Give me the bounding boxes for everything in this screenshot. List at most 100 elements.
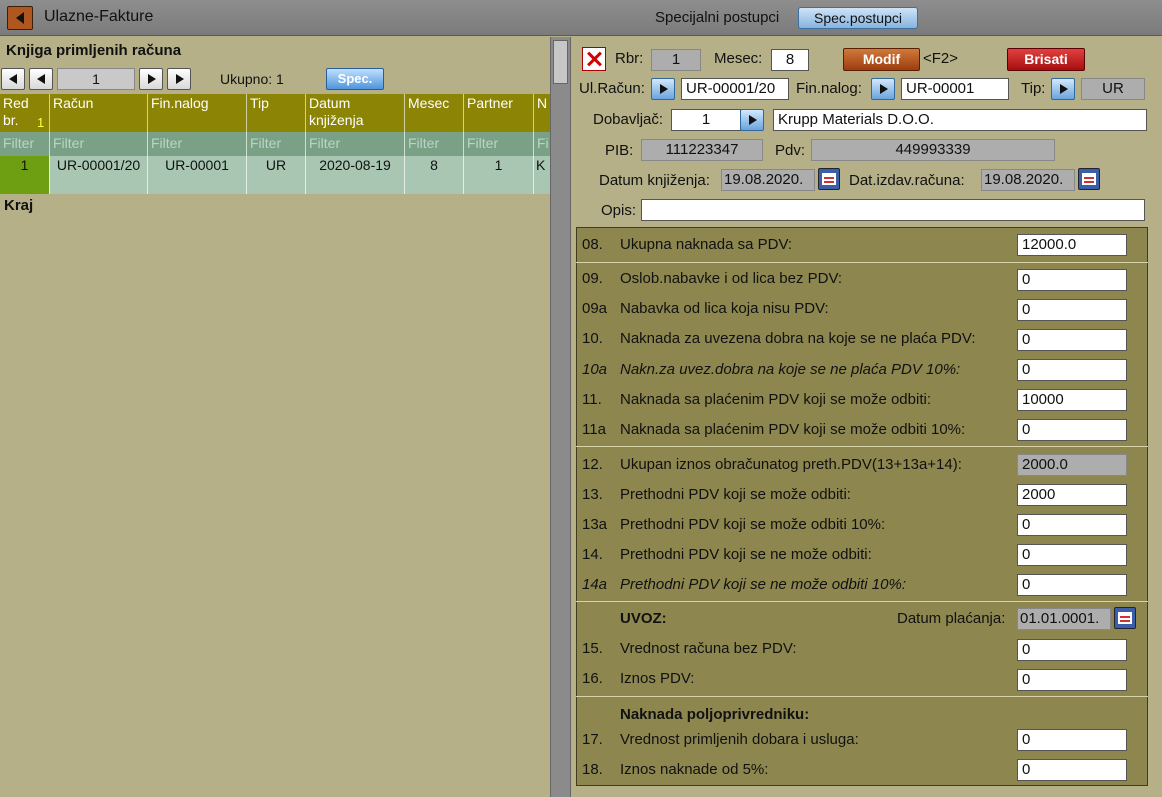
filter-tip[interactable]: Filter — [247, 132, 306, 156]
page-number-field[interactable]: 1 — [57, 68, 135, 90]
close-icon[interactable] — [582, 47, 606, 71]
mesec-field[interactable]: 8 — [771, 49, 809, 71]
row-18-label: Iznos naknade od 5%: — [620, 761, 769, 778]
row-11a-value[interactable]: 0 — [1017, 419, 1127, 441]
filter-red-br[interactable]: Filter — [0, 132, 50, 156]
col-header-mesec[interactable]: Mesec — [405, 94, 464, 132]
row-11a-number: 11a — [582, 421, 606, 438]
row-15-label: Vrednost računa bez PDV: — [620, 640, 797, 657]
row-10-number: 10. — [582, 330, 603, 347]
modify-button[interactable]: Modif — [843, 48, 920, 71]
datum-knjizenja-label: Datum knjiženja: — [599, 172, 710, 189]
datum-placanja-label: Datum plaćanja: — [897, 610, 1006, 627]
row-15-value[interactable]: 0 — [1017, 639, 1127, 661]
row-09-value[interactable]: 0 — [1017, 269, 1127, 291]
first-page-button[interactable] — [1, 68, 25, 90]
total-count: Ukupno: 1 — [220, 71, 284, 87]
cell-tip[interactable]: UR — [247, 156, 306, 194]
col-header-n[interactable]: N — [534, 94, 551, 132]
row-18-value[interactable]: 0 — [1017, 759, 1127, 781]
row-14a-value[interactable]: 0 — [1017, 574, 1127, 596]
book-title: Knjiga primljenih računa — [6, 42, 182, 59]
cell-datum[interactable]: 2020-08-19 — [306, 156, 405, 194]
row-13-number: 13. — [582, 486, 603, 503]
row-15-number: 15. — [582, 640, 603, 657]
row-11a-label: Naknada sa plaćenim PDV koji se može odb… — [620, 421, 966, 438]
delete-button[interactable]: Brisati — [1007, 48, 1085, 71]
row-14-number: 14. — [582, 546, 603, 563]
cell-partner[interactable]: 1 — [464, 156, 534, 194]
col-header-racun[interactable]: Račun — [50, 94, 148, 132]
next-page-button[interactable] — [139, 68, 163, 90]
row-10a-number: 10a — [582, 361, 608, 378]
row-08-label: Ukupna naknada sa PDV: — [620, 236, 793, 253]
section-divider — [576, 446, 1148, 447]
prev-page-button[interactable] — [29, 68, 53, 90]
col-header-red-br[interactable]: Red br. 1 — [0, 94, 50, 132]
row-12-number: 12. — [582, 456, 603, 473]
tip-label: Tip: — [1021, 80, 1046, 97]
row-16-value[interactable]: 0 — [1017, 669, 1127, 691]
back-button[interactable] — [7, 6, 33, 30]
row-16-label: Iznos PDV: — [620, 670, 695, 687]
filter-mesec[interactable]: Filter — [405, 132, 464, 156]
ulracun-field[interactable]: UR-00001/20 — [681, 78, 789, 100]
special-procedures-button[interactable]: Spec.postupci — [798, 7, 918, 29]
window-title: Ulazne-Fakture — [44, 8, 154, 25]
finnalog-field[interactable]: UR-00001 — [901, 78, 1009, 100]
row-14a-number: 14a — [582, 576, 608, 593]
dobavljac-lookup-button[interactable] — [740, 109, 764, 131]
row-13a-value[interactable]: 0 — [1017, 514, 1127, 536]
row-13-value[interactable]: 2000 — [1017, 484, 1127, 506]
pdv-field: 449993339 — [811, 139, 1055, 161]
filter-datum[interactable]: Filter — [306, 132, 405, 156]
dobavljac-name-field[interactable]: Krupp Materials D.O.O. — [773, 109, 1147, 131]
calendar-icon[interactable] — [1078, 168, 1100, 190]
panel-splitter[interactable] — [550, 37, 571, 797]
col-header-partner[interactable]: Partner — [464, 94, 534, 132]
datum-placanja-field[interactable]: 01.01.0001. — [1017, 608, 1111, 630]
finnalog-lookup-button[interactable] — [871, 78, 895, 100]
row-11-value[interactable]: 10000 — [1017, 389, 1127, 411]
datum-izdavanja-field[interactable]: 19.08.2020. — [981, 169, 1075, 191]
datum-knjizenja-field[interactable]: 19.08.2020. — [721, 169, 815, 191]
row-14-value[interactable]: 0 — [1017, 544, 1127, 566]
row-12-label: Ukupan iznos obračunatog preth.PDV(13+13… — [620, 456, 962, 473]
row-14-label: Prethodni PDV koji se ne može odbiti: — [620, 546, 872, 563]
row-09-label: Oslob.nabavke i od lica bez PDV: — [620, 270, 843, 287]
filter-racun[interactable]: Filter — [50, 132, 148, 156]
calendar-icon[interactable] — [818, 168, 840, 190]
cell-fin-nalog[interactable]: UR-00001 — [148, 156, 247, 194]
opis-field[interactable] — [641, 199, 1145, 221]
cell-racun[interactable]: UR-00001/20 — [50, 156, 148, 194]
cell-red-br[interactable]: 1 — [0, 156, 50, 194]
row-09a-value[interactable]: 0 — [1017, 299, 1127, 321]
filter-n[interactable]: Fi — [534, 132, 551, 156]
row-09a-number: 09a — [582, 300, 608, 317]
tip-field: UR — [1081, 78, 1145, 100]
section-divider — [576, 696, 1148, 697]
filter-partner[interactable]: Filter — [464, 132, 534, 156]
row-17-number: 17. — [582, 731, 603, 748]
scrollbar-thumb[interactable] — [553, 40, 568, 84]
spec-button[interactable]: Spec. — [326, 68, 384, 90]
cell-n[interactable]: K — [534, 156, 551, 194]
ulracun-lookup-button[interactable] — [651, 78, 675, 100]
row-08-value[interactable]: 12000.0 — [1017, 234, 1127, 256]
col-header-datum[interactable]: Datum knjiženja — [306, 94, 405, 132]
col-header-tip[interactable]: Tip — [247, 94, 306, 132]
dobavljac-id-field[interactable]: 1 — [671, 109, 741, 131]
row-17-value[interactable]: 0 — [1017, 729, 1127, 751]
col-header-fin-nalog[interactable]: Fin.nalog — [148, 94, 247, 132]
row-10-value[interactable]: 0 — [1017, 329, 1127, 351]
tip-lookup-button[interactable] — [1051, 78, 1075, 100]
row-10a-value[interactable]: 0 — [1017, 359, 1127, 381]
last-page-button[interactable] — [167, 68, 191, 90]
row-10a-label: Nakn.za uvez.dobra na koje se ne plaća P… — [620, 361, 961, 378]
row-16-number: 16. — [582, 670, 603, 687]
calendar-icon[interactable] — [1114, 607, 1136, 629]
poljoprivrednik-heading: Naknada poljoprivredniku: — [620, 706, 810, 723]
opis-label: Opis: — [601, 202, 637, 219]
filter-fin-nalog[interactable]: Filter — [148, 132, 247, 156]
cell-mesec[interactable]: 8 — [405, 156, 464, 194]
